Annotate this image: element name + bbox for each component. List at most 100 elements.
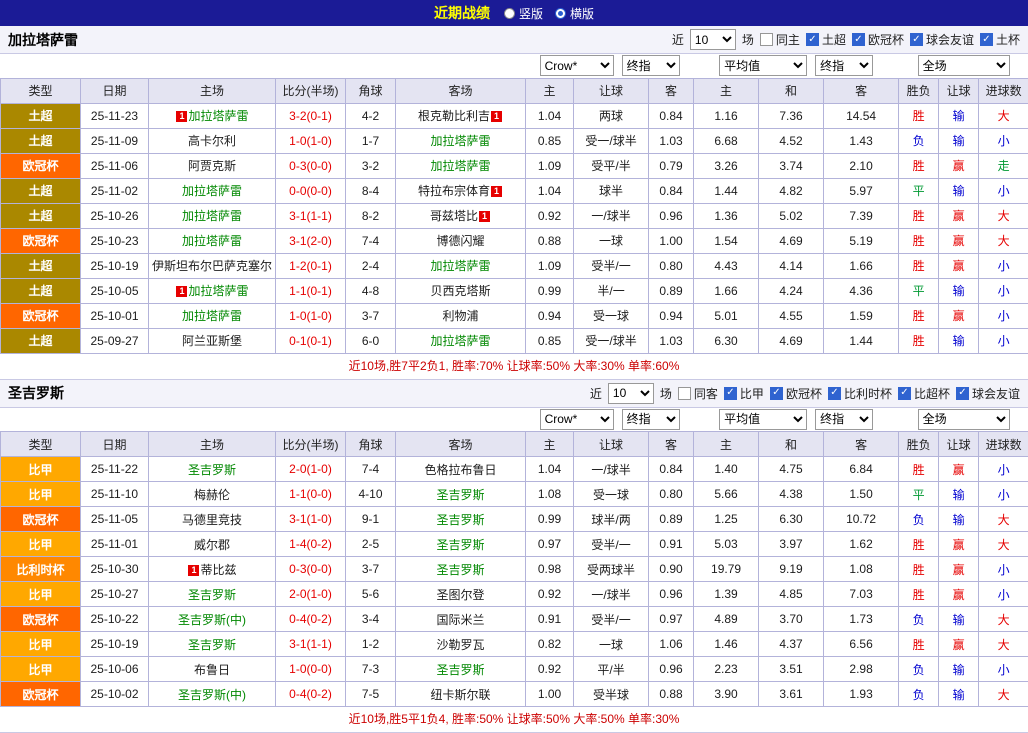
checkbox-icon[interactable] [806, 33, 819, 46]
checkbox-icon[interactable] [770, 387, 783, 400]
odds-company-select[interactable]: Crow* [540, 55, 614, 76]
home-team-link[interactable]: 阿兰亚斯堡 [182, 334, 242, 348]
away-team-link[interactable]: 加拉塔萨雷 [431, 334, 491, 348]
odds-stage-select[interactable]: 终指 [622, 55, 680, 76]
view-mode-vertical[interactable]: 竖版 [504, 5, 543, 22]
checkbox-icon[interactable] [760, 33, 773, 46]
away-team-link[interactable]: 根克勒比利吉 [418, 109, 490, 123]
score-link[interactable]: 3-1(1-0) [289, 512, 332, 526]
score-link[interactable]: 0-3(0-0) [289, 159, 332, 173]
home-team-link[interactable]: 伊斯坦布尔巴萨克塞尔 [152, 259, 272, 273]
home-team-link[interactable]: 圣吉罗斯(中) [178, 688, 246, 702]
recent-count-select[interactable]: 10 [608, 383, 654, 404]
away-team-link[interactable]: 圣图尔登 [437, 588, 485, 602]
competition-filter[interactable]: 球会友谊 [956, 385, 1020, 402]
competition-filter[interactable]: 比利时杯 [828, 385, 892, 402]
score-link[interactable]: 3-1(1-1) [289, 637, 332, 651]
home-team-link[interactable]: 阿贾克斯 [188, 159, 236, 173]
radio-icon[interactable] [555, 8, 566, 19]
score-link[interactable]: 2-0(1-0) [289, 462, 332, 476]
score-link[interactable]: 0-4(0-2) [289, 612, 332, 626]
home-team-link[interactable]: 梅赫伦 [194, 488, 230, 502]
away-team-link[interactable]: 哥兹塔比 [430, 209, 478, 223]
away-team-link[interactable]: 圣吉罗斯 [437, 488, 485, 502]
view-mode-horizontal[interactable]: 横版 [555, 5, 594, 22]
away-team-link[interactable]: 圣吉罗斯 [437, 513, 485, 527]
checkbox-icon[interactable] [828, 387, 841, 400]
score-cell: 0-3(0-0) [276, 557, 346, 582]
home-team-link[interactable]: 加拉塔萨雷 [188, 284, 248, 298]
checkbox-icon[interactable] [678, 387, 691, 400]
checkbox-icon[interactable] [980, 33, 993, 46]
home-team-link[interactable]: 高卡尔利 [188, 134, 236, 148]
avg-odds-select[interactable]: 平均值 [719, 409, 807, 430]
same-venue-filter[interactable]: 同主 [760, 31, 800, 48]
checkbox-icon[interactable] [852, 33, 865, 46]
away-team-link[interactable]: 贝西克塔斯 [431, 284, 491, 298]
odds-stage-select[interactable]: 终指 [622, 409, 680, 430]
competition-filter[interactable]: 欧冠杯 [770, 385, 822, 402]
score-link[interactable]: 0-3(0-0) [289, 562, 332, 576]
home-team-link[interactable]: 马德里竞技 [182, 513, 242, 527]
score-link[interactable]: 1-4(0-2) [289, 537, 332, 551]
checkbox-icon[interactable] [910, 33, 923, 46]
score-link[interactable]: 0-4(0-2) [289, 687, 332, 701]
home-team-link[interactable]: 加拉塔萨雷 [182, 209, 242, 223]
home-team-link[interactable]: 加拉塔萨雷 [188, 109, 248, 123]
score-link[interactable]: 3-2(0-1) [289, 109, 332, 123]
home-team-link[interactable]: 威尔郡 [194, 538, 230, 552]
avg-stage-select[interactable]: 终指 [815, 55, 873, 76]
score-link[interactable]: 1-2(0-1) [289, 259, 332, 273]
score-link[interactable]: 0-0(0-0) [289, 184, 332, 198]
checkbox-icon[interactable] [956, 387, 969, 400]
avg-away-odds: 4.36 [824, 278, 899, 303]
score-link[interactable]: 2-0(1-0) [289, 587, 332, 601]
radio-icon[interactable] [504, 8, 515, 19]
home-team-link[interactable]: 圣吉罗斯 [188, 638, 236, 652]
scope-select[interactable]: 全场 [918, 55, 1010, 76]
home-team-link[interactable]: 圣吉罗斯 [188, 588, 236, 602]
competition-filter[interactable]: 比超杯 [898, 385, 950, 402]
same-venue-filter[interactable]: 同客 [678, 385, 718, 402]
score-link[interactable]: 3-1(2-0) [289, 234, 332, 248]
checkbox-icon[interactable] [724, 387, 737, 400]
competition-filter[interactable]: 欧冠杯 [852, 31, 904, 48]
home-team-link[interactable]: 布鲁日 [194, 663, 230, 677]
checkbox-icon[interactable] [898, 387, 911, 400]
away-team-link[interactable]: 沙勒罗瓦 [437, 638, 485, 652]
score-link[interactable]: 1-0(1-0) [289, 309, 332, 323]
competition-filter[interactable]: 土超 [806, 31, 846, 48]
home-team-link[interactable]: 蒂比兹 [200, 563, 236, 577]
recent-count-select[interactable]: 10 [690, 29, 736, 50]
score-link[interactable]: 1-1(0-1) [289, 284, 332, 298]
away-team-link[interactable]: 纽卡斯尔联 [431, 688, 491, 702]
away-team-link[interactable]: 特拉布宗体育 [418, 184, 490, 198]
score-link[interactable]: 3-1(1-1) [289, 209, 332, 223]
score-link[interactable]: 0-1(0-1) [289, 334, 332, 348]
away-team-link[interactable]: 加拉塔萨雷 [431, 134, 491, 148]
away-team-link[interactable]: 加拉塔萨雷 [431, 159, 491, 173]
competition-filter[interactable]: 比甲 [724, 385, 764, 402]
home-team-link[interactable]: 圣吉罗斯 [188, 463, 236, 477]
away-team-link[interactable]: 圣吉罗斯 [437, 663, 485, 677]
home-team-link[interactable]: 加拉塔萨雷 [182, 234, 242, 248]
away-team-link[interactable]: 博德闪耀 [437, 234, 485, 248]
avg-odds-select[interactable]: 平均值 [719, 55, 807, 76]
score-link[interactable]: 1-0(0-0) [289, 662, 332, 676]
score-link[interactable]: 1-1(0-0) [289, 487, 332, 501]
away-team-link[interactable]: 利物浦 [443, 309, 479, 323]
away-team-link[interactable]: 加拉塔萨雷 [431, 259, 491, 273]
away-team-link[interactable]: 国际米兰 [437, 613, 485, 627]
away-team-link[interactable]: 圣吉罗斯 [437, 538, 485, 552]
competition-filter[interactable]: 球会友谊 [910, 31, 974, 48]
home-team-link[interactable]: 加拉塔萨雷 [182, 184, 242, 198]
avg-stage-select[interactable]: 终指 [815, 409, 873, 430]
odds-company-select[interactable]: Crow* [540, 409, 614, 430]
away-team-link[interactable]: 色格拉布鲁日 [425, 463, 497, 477]
score-link[interactable]: 1-0(1-0) [289, 134, 332, 148]
home-team-link[interactable]: 圣吉罗斯(中) [178, 613, 246, 627]
scope-select[interactable]: 全场 [918, 409, 1010, 430]
home-team-link[interactable]: 加拉塔萨雷 [182, 309, 242, 323]
competition-filter[interactable]: 土杯 [980, 31, 1020, 48]
away-team-link[interactable]: 圣吉罗斯 [437, 563, 485, 577]
